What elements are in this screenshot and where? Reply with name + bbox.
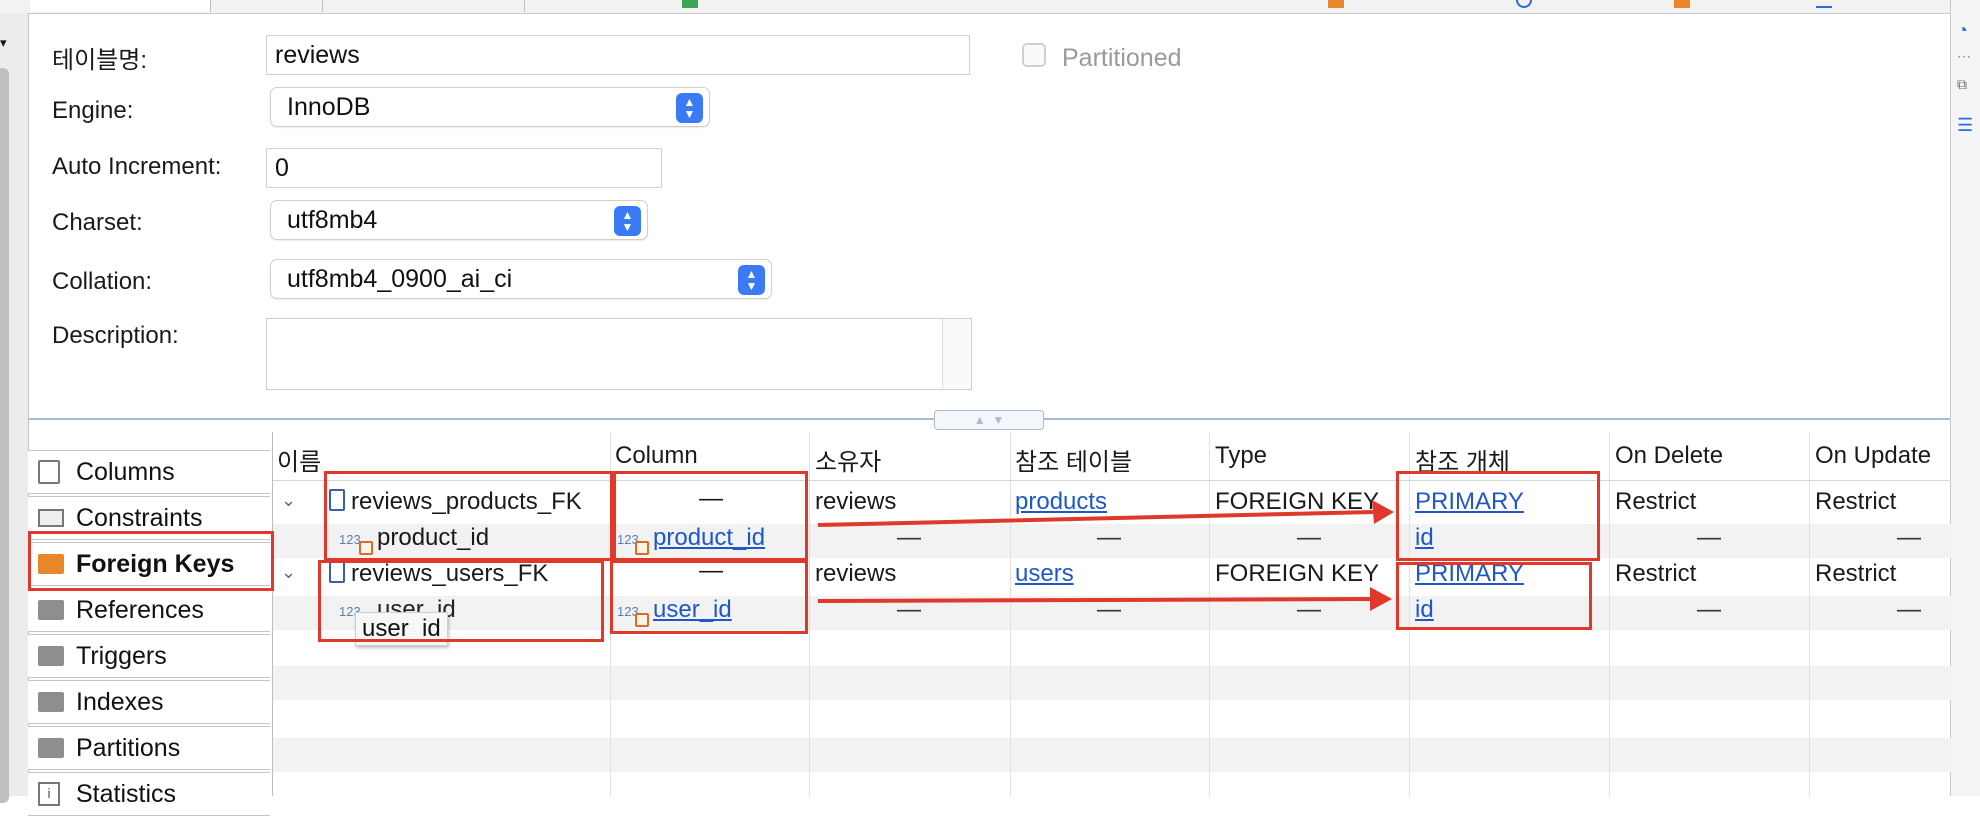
annotation-arrowhead [1370, 587, 1392, 611]
annotation-arrow-line [817, 597, 1373, 603]
annotation-arrow-line [817, 510, 1375, 527]
annotation-arrows [817, 500, 1394, 611]
annotation-arrowhead [1372, 500, 1394, 524]
